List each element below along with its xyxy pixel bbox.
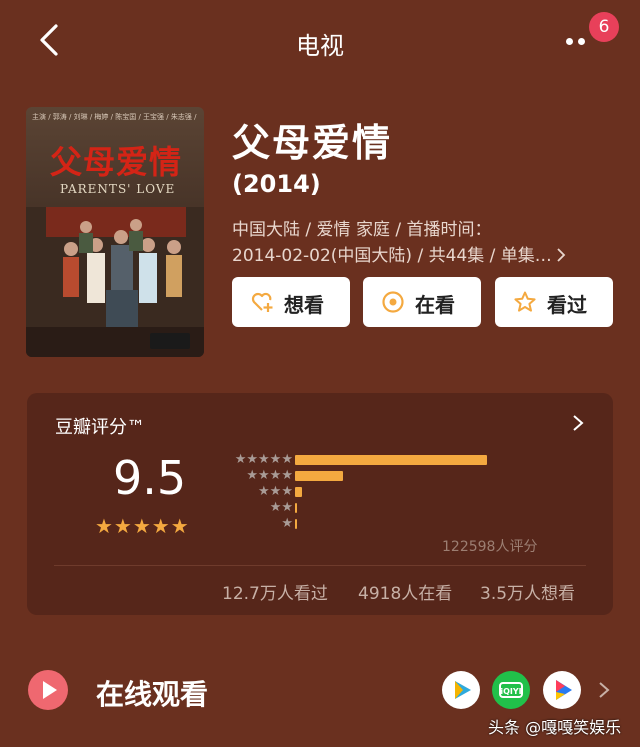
watched-label: 看过: [547, 293, 587, 317]
distribution-row: ★★★★★: [223, 453, 487, 467]
youku-icon[interactable]: [543, 671, 581, 709]
distribution-stars: ★★: [269, 500, 293, 515]
distribution-row: ★: [223, 517, 487, 531]
distribution-row: ★★: [223, 501, 487, 515]
distribution-bar: [295, 455, 487, 465]
svg-text:iQIYI: iQIYI: [500, 687, 521, 696]
channel-logo: [150, 333, 190, 349]
notification-badge: 6: [589, 12, 619, 42]
rating-card[interactable]: 豆瓣评分™ 9.5 ★★★★★ ★★★★★ ★★★★ ★★★ ★★ ★ 122598人评…: [27, 393, 613, 615]
distribution-stars: ★★★★: [246, 468, 293, 483]
tencent-video-icon[interactable]: iQIYI: [492, 671, 530, 709]
star-outline-icon: [514, 291, 536, 312]
play-icon[interactable]: [28, 670, 68, 710]
divider: [54, 565, 586, 566]
distribution-stars: ★: [281, 516, 293, 531]
distribution-row: ★★★★: [223, 469, 487, 483]
drama-meta-line2[interactable]: 2014-02-02(中国大陆) / 共44集 / 单集…: [232, 241, 566, 266]
want-to-watch-button[interactable]: 想看: [232, 277, 350, 327]
online-watch-title: 在线观看: [96, 678, 209, 711]
stat-watched: 12.7万人看过: [222, 584, 328, 604]
rating-stars: ★★★★★: [95, 514, 190, 538]
want-to-watch-label: 想看: [284, 293, 324, 317]
rating-score: 9.5: [113, 451, 187, 505]
drama-meta-line2-text: 2014-02-02(中国大陆) / 共44集 / 单集…: [232, 246, 552, 266]
more-options-icon[interactable]: [562, 28, 592, 52]
distribution-bar: [295, 471, 343, 481]
drama-title: 父母爱情: [232, 121, 393, 165]
poster-title: 父母爱情: [50, 143, 183, 181]
drama-year: (2014): [232, 170, 321, 198]
watching-label: 在看: [415, 293, 455, 317]
watching-button[interactable]: 在看: [363, 277, 481, 327]
heart-plus-icon: [251, 292, 273, 312]
top-bar: 电视 6: [0, 0, 640, 82]
chevron-right-icon: [557, 248, 566, 262]
chevron-right-icon[interactable]: [596, 680, 612, 700]
target-circle-icon: [382, 291, 404, 313]
poster-credits: 主演 / 郭涛 / 刘琳 / 梅婷 / 陈宝国 / 王宝强 / 朱志强 / 胡亚…: [32, 113, 198, 121]
stat-want-to-watch: 3.5万人想看: [480, 584, 576, 604]
distribution-stars: ★★★: [258, 484, 293, 499]
rating-title: 豆瓣评分™: [55, 417, 145, 438]
page-title: 电视: [296, 32, 344, 60]
distribution-bar: [295, 487, 302, 497]
watermark: 头条 @嘎嘎笑娱乐: [488, 718, 622, 737]
drama-meta-line1: 中国大陆 / 爱情 家庭 / 首播时间：: [232, 220, 492, 240]
rating-count: 122598人评分: [442, 539, 538, 555]
watched-button[interactable]: 看过: [495, 277, 613, 327]
distribution-row: ★★★: [223, 485, 487, 499]
drama-poster[interactable]: 主演 / 郭涛 / 刘琳 / 梅婷 / 陈宝国 / 王宝强 / 朱志强 / 胡亚…: [26, 107, 204, 357]
distribution-bar: [295, 503, 297, 513]
poster-subtitle: PARENTS' LOVE: [60, 182, 176, 196]
chevron-right-icon[interactable]: [569, 413, 587, 433]
iqiyi-app-icon[interactable]: [442, 671, 480, 709]
stat-watching: 4918人在看: [358, 584, 453, 604]
distribution-stars: ★★★★★: [234, 452, 293, 467]
distribution-bar: [295, 519, 297, 529]
